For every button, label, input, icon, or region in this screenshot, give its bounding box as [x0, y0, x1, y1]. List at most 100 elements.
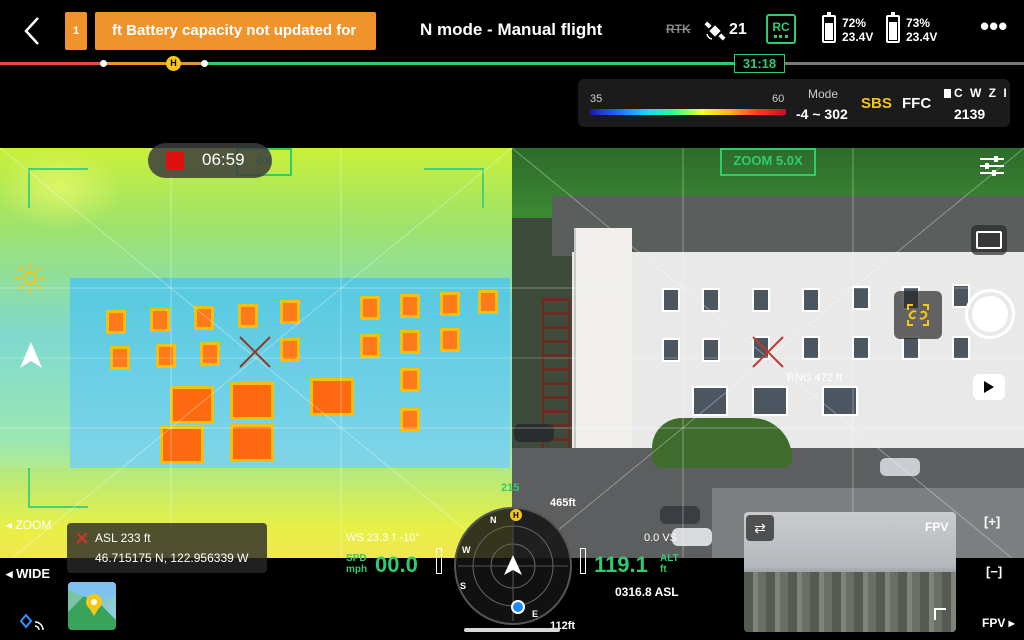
drone-marker-icon — [76, 532, 88, 544]
altitude-unit-top: ALT — [660, 553, 679, 564]
cwzi-value: 2139 — [954, 106, 986, 122]
link-target-icon — [907, 304, 929, 326]
speed-unit: SPD mph — [346, 553, 367, 575]
timeline-normal-segment — [203, 62, 734, 65]
camera-mode-indicator: C W Z I — [944, 86, 1009, 100]
fpv-label: FPV — [925, 520, 949, 534]
more-menu-button[interactable]: ••• — [980, 13, 1007, 39]
zoom-value: ZOOM 5.0X — [733, 153, 803, 168]
fpv-toggle-button[interactable]: FPV ▸ — [982, 616, 1015, 630]
sbs-button[interactable]: SBS — [861, 95, 892, 112]
altitude-value: 119.1 — [594, 552, 648, 577]
signal-diamond-icon — [20, 613, 44, 631]
timeline-critical-segment — [0, 62, 103, 65]
rc-signal-icon[interactable]: RC — [766, 14, 796, 44]
position-info-box: ASL 233 ft 46.715175 N, 122.956339 W — [67, 523, 267, 573]
cwzi-label: C W Z I — [954, 86, 1009, 100]
fpv-corner-icon — [934, 608, 946, 620]
fpv-toggle-label: FPV — [982, 616, 1006, 630]
speed-unit-top: SPD — [346, 553, 367, 564]
horizontal-speed: 00.0 — [375, 552, 418, 577]
battery-right-percent: 73% — [906, 16, 931, 30]
compass-south: S — [460, 581, 466, 591]
shutter-button[interactable] — [965, 289, 1015, 339]
zoom-crosshair-icon — [752, 336, 784, 368]
lens-icon — [944, 89, 951, 98]
aircraft-heading-icon — [20, 342, 42, 368]
compass-north: N — [490, 515, 497, 525]
warning-banner[interactable]: ft Battery capacity not updated for — [95, 12, 376, 50]
gain-mode-range[interactable]: -4 ~ 302 — [796, 106, 848, 122]
battery-left-info[interactable]: 72% 23.4V — [842, 16, 873, 44]
compass-home: H — [513, 511, 519, 520]
zoom-box[interactable]: ZOOM 5.0X — [720, 148, 816, 176]
top-status-bar: 1 ft Battery capacity not updated for N … — [0, 0, 1024, 60]
warning-count-badge[interactable]: 1 — [65, 12, 87, 50]
home-marker-icon: H — [166, 56, 181, 71]
altitude-unit-bottom: ft — [660, 564, 667, 575]
play-icon — [984, 381, 994, 393]
palette-color-bar[interactable] — [590, 109, 786, 115]
compass-east: E — [532, 609, 538, 619]
fpv-town — [744, 572, 956, 632]
zoom-out-button[interactable]: [−] — [986, 564, 1002, 579]
flight-time-remaining: 31:18 — [734, 54, 785, 73]
altitude-gauge — [580, 548, 586, 574]
recording-time: 06:59 — [202, 150, 245, 169]
gps-coordinates: 46.715175 N, 122.956339 W — [95, 551, 249, 565]
lock-target-button[interactable] — [894, 291, 942, 339]
rtk-status[interactable]: RTK — [666, 22, 691, 36]
map-button[interactable] — [68, 582, 116, 630]
sun-icon[interactable] — [14, 262, 46, 294]
speed-unit-bottom: mph — [346, 564, 368, 575]
battery-left-icon — [822, 12, 836, 43]
home-indicator-bar[interactable] — [464, 628, 560, 632]
altitude-unit: ALT ft — [660, 553, 679, 575]
compass-attitude-indicator[interactable]: N W S E H — [452, 505, 574, 627]
chevron-left-icon[interactable] — [18, 14, 48, 48]
satellite-count: 21 — [729, 21, 747, 38]
timeline-marker — [201, 60, 208, 67]
pilot-app-screen: RNG 472 ft 0X ZOOM 5.0X 06:59 — [0, 0, 1024, 640]
flight-mode-title: N mode - Manual flight — [420, 20, 603, 39]
rc-label: RC — [772, 20, 790, 34]
recording-indicator[interactable]: 06:59 — [148, 143, 272, 178]
speed-gauge — [436, 548, 442, 574]
compass-west: W — [462, 545, 471, 555]
asl-altitude: ASL 233 ft — [95, 531, 151, 545]
thermal-info-panel: 35 60 Mode -4 ~ 302 SBS FFC C W Z I 2139 — [578, 79, 1010, 127]
zoom-in-button[interactable]: [+] — [984, 514, 1000, 529]
battery-left-percent: 72% — [842, 16, 867, 30]
battery-right-info[interactable]: 73% 23.4V — [906, 16, 937, 44]
settings-sliders-icon[interactable] — [978, 152, 1006, 180]
battery-left-voltage: 23.4V — [842, 30, 874, 44]
pilot-location-icon — [511, 600, 525, 614]
wide-lens-button[interactable]: ◂ WIDE — [6, 566, 50, 582]
zoom-side-label[interactable]: ◂ ZOOM — [6, 518, 51, 532]
flight-timeline: H 31:18 — [0, 54, 1024, 73]
distance-green: 215 — [501, 482, 520, 494]
zoom-side-text: ZOOM — [15, 518, 52, 532]
photo-mode-button[interactable] — [971, 225, 1007, 255]
timeline-remaining-segment — [785, 62, 1024, 65]
shutter-icon — [972, 296, 1008, 332]
satellite-icon — [704, 21, 726, 41]
ffc-button[interactable]: FFC — [902, 95, 931, 112]
map-icon — [68, 582, 116, 630]
timeline-low-segment — [103, 62, 203, 65]
record-stop-icon — [166, 152, 184, 170]
vertical-speed: 0.0 VS — [644, 532, 678, 544]
timeline-marker — [100, 60, 107, 67]
playback-button[interactable] — [973, 374, 1005, 400]
wide-lens-label: WIDE — [16, 566, 51, 581]
thermal-crosshair-icon — [239, 336, 271, 368]
rectangle-icon — [976, 231, 1002, 249]
wind-speed: WS 23.3 ⭡ -10° — [346, 532, 420, 544]
asl-value: 0316.8 ASL — [615, 585, 679, 599]
battery-right-voltage: 23.4V — [906, 30, 938, 44]
swap-views-button[interactable]: ⇄ — [746, 515, 774, 541]
battery-right-icon — [886, 12, 900, 43]
palette-min: 35 — [590, 93, 603, 105]
palette-max: 60 — [772, 93, 785, 105]
range-label: RNG 472 ft — [787, 372, 843, 384]
